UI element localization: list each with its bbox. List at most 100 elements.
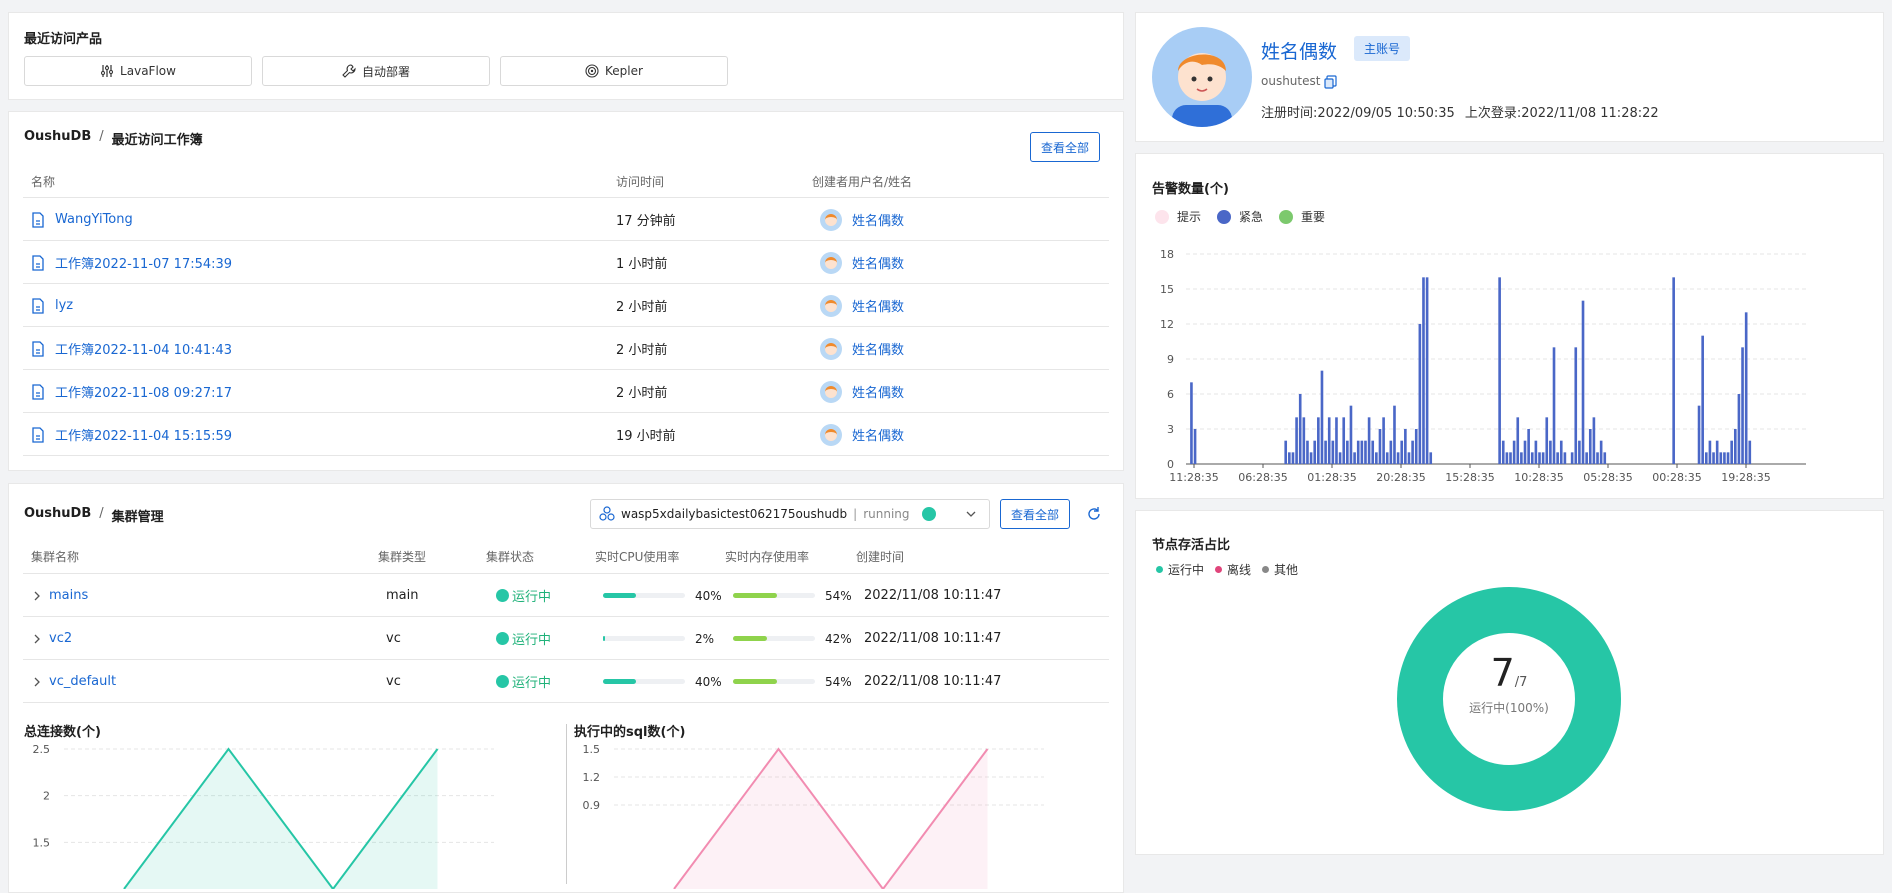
visit-time: 2 小时前 — [616, 386, 668, 401]
running-status-icon — [496, 589, 509, 602]
alarm-bar — [1396, 452, 1400, 464]
table-row[interactable]: 工作簿2022-11-04 10:41:43 2 小时前 姓名偶数 — [23, 327, 1109, 370]
cluster-selector-name: wasp5xdailybasictest062175oushudb — [621, 507, 848, 521]
cluster-card: OushuDB / 集群管理 wasp5xdailybasictest06217… — [8, 483, 1124, 893]
table-row[interactable]: WangYiTong 17 分钟前 姓名偶数 — [23, 198, 1109, 241]
alarm-bar — [1570, 452, 1574, 464]
alarm-bar — [1320, 370, 1324, 464]
alarm-bar — [1288, 452, 1291, 464]
cluster-name-link[interactable]: mains — [49, 588, 88, 603]
y-tick-label: 12 — [1160, 318, 1174, 331]
copy-icon[interactable] — [1324, 75, 1338, 89]
creator-link[interactable]: 姓名偶数 — [852, 210, 904, 229]
chevron-right-icon[interactable] — [33, 634, 41, 644]
y-tick-label: 1.5 — [583, 743, 601, 756]
table-row[interactable]: mains main 运行中 40% 54% 2022/11/08 10:11:… — [23, 574, 1109, 617]
x-tick-label: 05:28:35 — [1583, 471, 1632, 484]
alarm-bar — [1367, 417, 1371, 464]
cpu-value: 40% — [695, 674, 722, 689]
chevron-right-icon[interactable] — [33, 591, 41, 601]
mem-value: 54% — [825, 674, 852, 689]
alarm-bar — [1588, 429, 1592, 464]
alarm-bar — [1545, 417, 1549, 464]
alarm-bar — [1530, 452, 1534, 464]
alarm-bar — [1342, 417, 1346, 464]
profile-name: 姓名偶数 — [1261, 41, 1338, 63]
alarm-bar — [1371, 440, 1375, 464]
alarm-bar — [1505, 452, 1509, 464]
refresh-icon[interactable] — [1086, 506, 1102, 522]
cpu-value: 2% — [695, 631, 715, 646]
workbook-name-link[interactable]: 工作簿2022-11-04 15:15:59 — [55, 425, 232, 444]
alarm-bar — [1719, 452, 1723, 464]
workbook-name-link[interactable]: 工作簿2022-11-04 10:41:43 — [55, 339, 232, 358]
running-status-icon — [496, 675, 509, 688]
created-time: 2022/11/08 10:11:47 — [864, 588, 1002, 603]
alarm-bar — [1422, 277, 1425, 464]
donut-label: 运行中(100%) — [1469, 701, 1549, 715]
creator-link[interactable]: 姓名偶数 — [852, 253, 904, 272]
mem-progress-bar — [733, 636, 815, 641]
legend-label: 提示 — [1177, 210, 1202, 224]
file-icon — [32, 254, 44, 271]
alarm-bar — [1541, 452, 1545, 464]
workbook-name-link[interactable]: 工作簿2022-11-08 09:27:17 — [55, 382, 232, 401]
file-icon — [32, 340, 44, 357]
product-auto-deploy-button[interactable]: 自动部署 — [262, 56, 490, 86]
recent-products-card: 最近访问产品 LavaFlow 自动部署 Kepler — [8, 12, 1124, 100]
connections-chart-title: 总连接数(个) — [24, 725, 101, 740]
alarm-bar — [1360, 440, 1364, 464]
table-row[interactable]: vc2 vc 运行中 2% 42% 2022/11/08 10:11:47 — [23, 617, 1109, 660]
alarm-bar — [1375, 452, 1378, 464]
alarm-bar — [1520, 452, 1523, 464]
alarm-bar — [1708, 440, 1712, 464]
alarm-bar-chart: 0 3 6 9 12 15 18 11:28:35 06:28:35 01:28:35 20:28:… — [1160, 248, 1806, 484]
legend-dot-urgent — [1217, 209, 1232, 224]
chevron-right-icon[interactable] — [33, 677, 41, 687]
alarm-bar — [1723, 452, 1726, 464]
alarm-bar — [1353, 452, 1356, 464]
creator-link[interactable]: 姓名偶数 — [852, 382, 904, 401]
alarm-bar — [1346, 440, 1349, 464]
table-row[interactable]: 工作簿2022-11-08 09:27:17 2 小时前 姓名偶数 — [23, 370, 1109, 413]
alarm-bar — [1389, 440, 1393, 464]
product-lavaflow-button[interactable]: LavaFlow — [24, 56, 252, 86]
creator-link[interactable]: 姓名偶数 — [852, 339, 904, 358]
alarm-bar — [1349, 405, 1353, 464]
alarm-chart-title: 告警数量(个) — [1152, 182, 1229, 197]
avatar — [820, 337, 842, 360]
view-all-clusters-button[interactable]: 查看全部 — [1000, 499, 1070, 529]
creator-link[interactable]: 姓名偶数 — [852, 425, 904, 444]
cluster-selector[interactable]: wasp5xdailybasictest062175oushudb | runn… — [590, 499, 990, 529]
alarm-bar — [1701, 335, 1704, 464]
table-row[interactable]: 工作簿2022-11-04 15:15:59 19 小时前 姓名偶数 — [23, 413, 1109, 456]
cluster-name-link[interactable]: vc_default — [49, 674, 116, 689]
breadcrumb-separator: / — [99, 506, 104, 521]
view-all-workbooks-button[interactable]: 查看全部 — [1030, 132, 1100, 162]
workbook-name-link[interactable]: 工作簿2022-11-07 17:54:39 — [55, 253, 232, 272]
alarm-bar — [1331, 440, 1335, 464]
table-row[interactable]: vc_default vc 运行中 40% 54% 2022/11/08 10:… — [23, 660, 1109, 703]
visit-time: 2 小时前 — [616, 300, 668, 315]
legend-label: 紧急 — [1239, 210, 1264, 224]
workbook-name-link[interactable]: lyz — [55, 298, 73, 313]
table-row[interactable]: lyz 2 小时前 姓名偶数 — [23, 284, 1109, 327]
alarm-bar — [1574, 347, 1578, 464]
donut-center: 7/7 运行中(100%) — [1389, 651, 1629, 716]
wrench-icon — [342, 64, 356, 78]
creator-link[interactable]: 姓名偶数 — [852, 296, 904, 315]
col-mem-header: 实时内存使用率 — [725, 550, 810, 564]
alarm-bar — [1425, 277, 1429, 464]
cluster-type: vc — [386, 631, 401, 646]
cluster-name-link[interactable]: vc2 — [49, 631, 72, 646]
alarm-bar — [1549, 440, 1552, 464]
breadcrumb-root[interactable]: OushuDB — [24, 506, 91, 525]
breadcrumb-root[interactable]: OushuDB — [24, 129, 91, 148]
alarm-bar — [1552, 347, 1556, 464]
table-row[interactable]: 工作簿2022-11-07 17:54:39 1 小时前 姓名偶数 — [23, 241, 1109, 284]
alarm-bar — [1523, 440, 1527, 464]
y-tick-label: 2 — [43, 790, 50, 803]
workbook-name-link[interactable]: WangYiTong — [55, 212, 133, 227]
alarm-bar — [1400, 440, 1404, 464]
product-kepler-button[interactable]: Kepler — [500, 56, 728, 86]
